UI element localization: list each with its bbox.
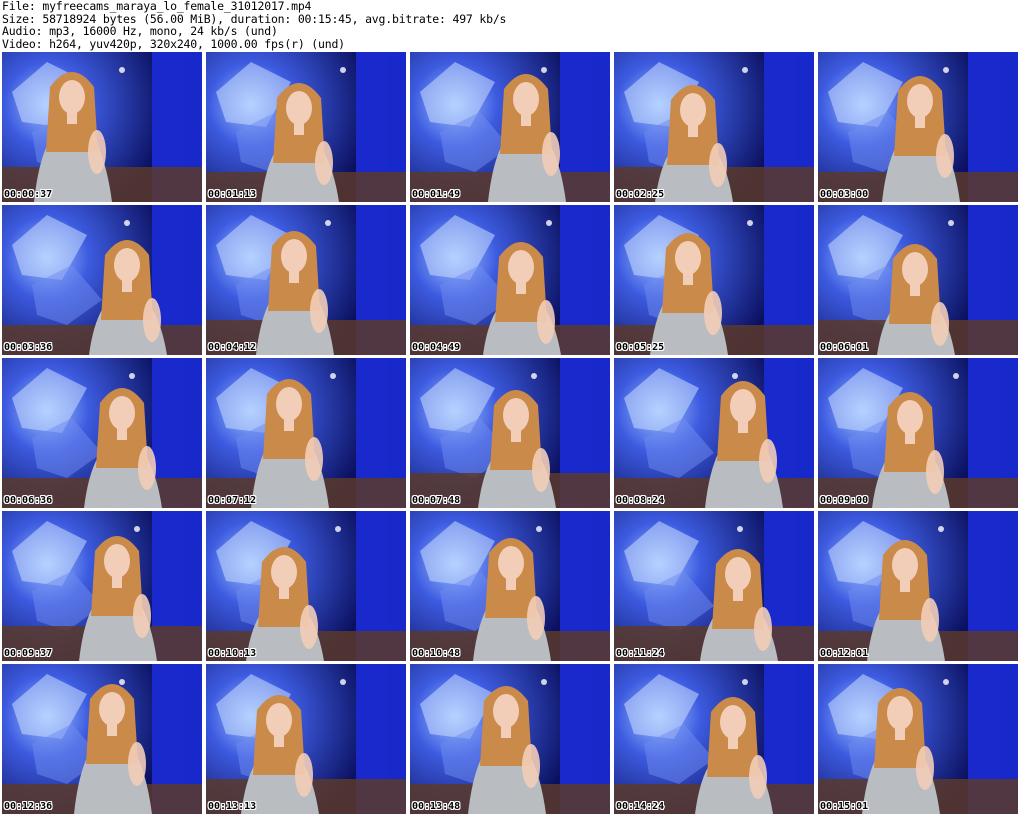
- video-thumbnail: 00:07:12: [206, 358, 406, 508]
- frame-timestamp: 00:13:13: [208, 801, 257, 812]
- frame-image: [410, 205, 610, 355]
- frame-timestamp: 00:13:48: [412, 801, 461, 812]
- frame-timestamp: 00:09:00: [820, 495, 869, 506]
- frame-image: [2, 511, 202, 661]
- video-thumbnail: 00:04:12: [206, 205, 406, 355]
- video-thumbnail: 00:12:36: [2, 664, 202, 814]
- frame-timestamp: 00:14:24: [616, 801, 665, 812]
- frame-timestamp: 00:07:48: [412, 495, 461, 506]
- video-thumbnail: 00:00:37: [2, 52, 202, 202]
- frame-image: [206, 205, 406, 355]
- video-thumbnail: 00:04:49: [410, 205, 610, 355]
- video-info-line: Video: h264, yuv420p, 320x240, 1000.00 f…: [2, 36, 345, 51]
- video-thumbnail: 00:11:24: [614, 511, 814, 661]
- video-thumbnail: 00:07:48: [410, 358, 610, 508]
- thumbnail-grid: 00:00:37 00:01:13 00:01:49 00:02:25 00:03:00…: [2, 52, 1022, 814]
- frame-image: [2, 664, 202, 814]
- frame-image: [410, 511, 610, 661]
- frame-timestamp: 00:12:01: [820, 648, 869, 659]
- frame-image: [818, 205, 1018, 355]
- frame-timestamp: 00:04:12: [208, 342, 257, 353]
- frame-timestamp: 00:03:36: [4, 342, 53, 353]
- frame-image: [2, 205, 202, 355]
- frame-image: [206, 358, 406, 508]
- file-info-header: File: myfreecams_maraya_lo_female_310120…: [2, 0, 1020, 50]
- video-thumbnail: 00:08:24: [614, 358, 814, 508]
- frame-image: [206, 52, 406, 202]
- video-thumbnail: 00:13:13: [206, 664, 406, 814]
- frame-timestamp: 00:15:01: [820, 801, 869, 812]
- frame-timestamp: 00:10:13: [208, 648, 257, 659]
- frame-timestamp: 00:11:24: [616, 648, 665, 659]
- frame-image: [410, 358, 610, 508]
- frame-timestamp: 00:01:49: [412, 189, 461, 200]
- video-thumbnail: 00:09:00: [818, 358, 1018, 508]
- video-thumbnail: 00:03:00: [818, 52, 1018, 202]
- frame-image: [206, 664, 406, 814]
- frame-timestamp: 00:04:49: [412, 342, 461, 353]
- video-thumbnail: 00:06:01: [818, 205, 1018, 355]
- file-name-line: File: myfreecams_maraya_lo_female_310120…: [2, 0, 312, 13]
- frame-timestamp: 00:01:13: [208, 189, 257, 200]
- video-thumbnail: 00:10:13: [206, 511, 406, 661]
- frame-image: [818, 511, 1018, 661]
- frame-timestamp: 00:06:36: [4, 495, 53, 506]
- video-thumbnail: 00:15:01: [818, 664, 1018, 814]
- frame-timestamp: 00:12:36: [4, 801, 53, 812]
- frame-timestamp: 00:09:37: [4, 648, 53, 659]
- audio-info-line: Audio: mp3, 16000 Hz, mono, 24 kb/s (und…: [2, 24, 278, 38]
- frame-timestamp: 00:02:25: [616, 189, 665, 200]
- video-thumbnail: 00:10:48: [410, 511, 610, 661]
- frame-image: [614, 664, 814, 814]
- video-thumbnail: 00:05:25: [614, 205, 814, 355]
- video-thumbnail: 00:13:48: [410, 664, 610, 814]
- frame-image: [614, 511, 814, 661]
- frame-timestamp: 00:03:00: [820, 189, 869, 200]
- frame-timestamp: 00:10:48: [412, 648, 461, 659]
- frame-timestamp: 00:00:37: [4, 189, 53, 200]
- video-thumbnail: 00:01:49: [410, 52, 610, 202]
- frame-timestamp: 00:08:24: [616, 495, 665, 506]
- video-thumbnail: 00:06:36: [2, 358, 202, 508]
- video-thumbnail: 00:14:24: [614, 664, 814, 814]
- frame-image: [818, 52, 1018, 202]
- video-thumbnail: 00:09:37: [2, 511, 202, 661]
- frame-image: [614, 205, 814, 355]
- video-thumbnail: 00:01:13: [206, 52, 406, 202]
- frame-image: [614, 358, 814, 508]
- frame-image: [818, 664, 1018, 814]
- frame-image: [818, 358, 1018, 508]
- frame-timestamp: 00:06:01: [820, 342, 869, 353]
- frame-image: [614, 52, 814, 202]
- frame-image: [2, 52, 202, 202]
- video-thumbnail: 00:02:25: [614, 52, 814, 202]
- frame-image: [206, 511, 406, 661]
- frame-image: [2, 358, 202, 508]
- video-thumbnail: 00:12:01: [818, 511, 1018, 661]
- frame-image: [410, 664, 610, 814]
- video-thumbnail: 00:03:36: [2, 205, 202, 355]
- frame-timestamp: 00:07:12: [208, 495, 257, 506]
- frame-image: [410, 52, 610, 202]
- frame-timestamp: 00:05:25: [616, 342, 665, 353]
